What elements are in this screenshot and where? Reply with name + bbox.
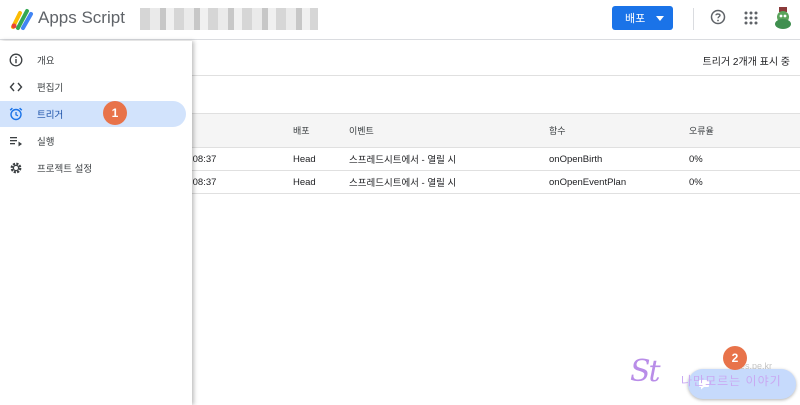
cell-function: onOpenEventPlan [549, 176, 627, 188]
help-icon[interactable] [710, 9, 726, 25]
executions-icon [10, 137, 22, 147]
cell-deployment: Head [293, 153, 316, 165]
dropdown-caret-icon [656, 15, 665, 21]
cell-last-run: :08:37 [190, 153, 217, 165]
cell-function: onOpenBirth [549, 153, 603, 165]
sidebar-item-label: 프로젝트 설정 [37, 164, 93, 175]
app-header: Apps Script 배포 [0, 0, 800, 40]
sidebar-item-label: 개요 [37, 56, 55, 67]
info-icon [9, 53, 23, 67]
annotation-badge-1: 1 [103, 101, 127, 125]
header-divider [693, 8, 694, 30]
project-name-redacted[interactable] [140, 8, 318, 30]
trigger-count-text: 트리거 2개개 표시 중 [702, 57, 791, 68]
sidebar-item-overview[interactable]: 개요 [0, 47, 186, 73]
deploy-button-label: 배포 [625, 13, 646, 25]
alarm-clock-icon [9, 107, 23, 121]
app-title: Apps Script [38, 8, 125, 27]
apps-script-logo-icon[interactable] [10, 7, 34, 31]
sidebar-item-editor[interactable]: 편집기 [0, 74, 186, 100]
watermark-mark: St [630, 354, 661, 389]
cell-error-rate: 0% [689, 153, 703, 165]
sidebar-item-executions[interactable]: 실행 [0, 128, 186, 154]
google-apps-grid-icon[interactable] [744, 11, 758, 25]
column-header-event[interactable]: 이벤트 [349, 114, 374, 147]
column-header-deployment[interactable]: 배포 [293, 114, 310, 147]
sidebar-item-triggers[interactable]: 트리거 [0, 101, 186, 127]
sidebar-item-label: 실행 [37, 137, 55, 148]
watermark-text: 나만모르는 이야기 [681, 374, 782, 388]
account-avatar[interactable] [773, 7, 793, 29]
cell-error-rate: 0% [689, 176, 703, 188]
sidebar-item-project-settings[interactable]: 프로젝트 설정 [0, 155, 186, 181]
cell-event: 스프레드시트에서 - 열릴 시 [349, 178, 457, 189]
gear-icon [10, 162, 22, 174]
sidebar-item-label: 편집기 [37, 83, 64, 94]
sidebar-nav: 개요 편집기 트리거 실행 프로젝트 설정 [0, 41, 192, 405]
deploy-button[interactable]: 배포 [612, 6, 673, 30]
sidebar-item-label: 트리거 [37, 110, 64, 121]
cell-last-run: :08:37 [190, 176, 217, 188]
column-header-error-rate[interactable]: 오류율 [689, 114, 714, 147]
code-icon [9, 82, 23, 92]
column-header-function[interactable]: 함수 [549, 114, 566, 147]
cell-deployment: Head [293, 176, 316, 188]
cell-event: 스프레드시트에서 - 열릴 시 [349, 155, 457, 166]
annotation-badge-2: 2 [723, 346, 747, 370]
